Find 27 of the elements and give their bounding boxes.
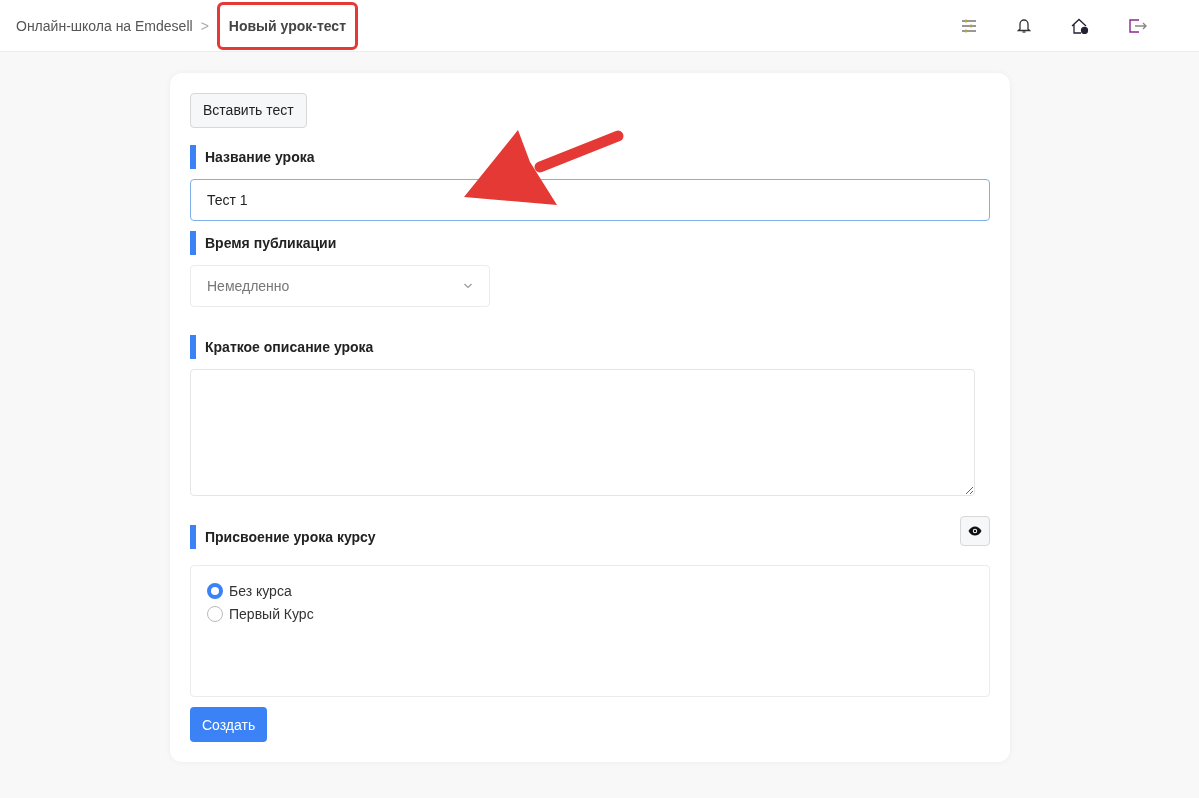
field-label: Время публикации: [205, 233, 337, 253]
radio-button[interactable]: [207, 606, 223, 623]
home-icon[interactable]: [1071, 17, 1089, 34]
radio-label[interactable]: Первый Курс: [229, 604, 314, 625]
textarea-field[interactable]: [190, 368, 975, 496]
field-label: Присвоение урока курсу: [205, 527, 376, 547]
radio-button[interactable]: [207, 583, 223, 600]
field-label: Название урока: [205, 147, 315, 167]
settings-icon[interactable]: [961, 18, 977, 33]
logout-icon[interactable]: [1129, 18, 1147, 33]
breadcrumb-current: Новый урок-тест: [228, 17, 346, 34]
chevron-down-icon: [463, 282, 473, 289]
accent-bar: [190, 524, 196, 549]
create-button[interactable]: Создать: [190, 707, 268, 742]
bell-icon[interactable]: [1017, 17, 1031, 34]
eye-icon: [968, 525, 982, 536]
select-field[interactable]: Немедленно: [190, 264, 490, 307]
eye-button[interactable]: [960, 515, 990, 546]
field-label: Краткое описание урока: [205, 337, 374, 357]
accent-bar: [190, 334, 196, 359]
breadcrumb-link[interactable]: Онлайн-школа на Emdesell: [16, 15, 193, 36]
breadcrumb-separator: >: [200, 16, 209, 36]
text-field[interactable]: Тест 1: [190, 178, 990, 221]
insert-test-button[interactable]: Вставить тест: [190, 93, 307, 128]
accent-bar: [190, 230, 196, 255]
radio-label[interactable]: Без курса: [229, 581, 292, 602]
accent-bar: [190, 144, 196, 169]
